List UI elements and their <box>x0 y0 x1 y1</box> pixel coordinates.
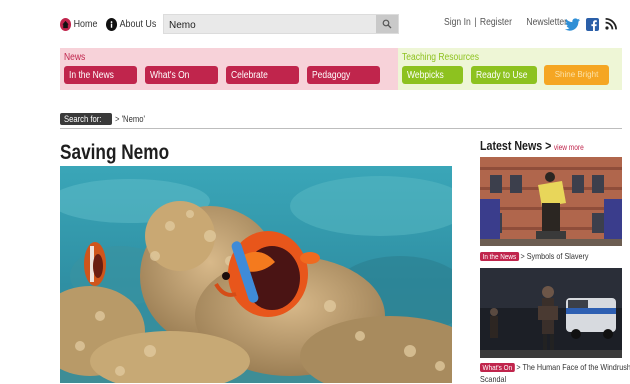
search-input[interactable] <box>164 16 369 35</box>
home-icon <box>60 17 72 31</box>
news-tag: What's On <box>480 362 515 372</box>
about-link[interactable]: About Us <box>106 16 156 32</box>
search-for-badge: Search for: <box>60 113 113 125</box>
home-link[interactable]: Home <box>60 16 97 32</box>
facebook-icon[interactable] <box>585 15 599 33</box>
twitter-icon[interactable] <box>563 15 581 33</box>
view-more-link[interactable]: view more <box>554 143 584 152</box>
search-term: > 'Nemo' <box>115 114 145 124</box>
news-headline: > Symbols of Slavery <box>520 251 589 261</box>
newsletter-link[interactable]: Newsletter <box>526 17 567 28</box>
webpicks-button[interactable]: Webpicks <box>402 66 463 84</box>
search-box <box>163 14 399 35</box>
about-label: About Us <box>119 18 157 30</box>
news-tag: In the News <box>480 251 519 261</box>
divider <box>60 128 622 129</box>
article-hero-image[interactable] <box>60 166 452 383</box>
news-thumbnail-2[interactable] <box>480 268 622 358</box>
search-icon <box>382 19 392 29</box>
latest-news-title: Latest News > <box>480 138 552 153</box>
news-thumbnail-1[interactable] <box>480 157 622 246</box>
whats-on-button[interactable]: What's On <box>145 66 218 84</box>
shine-bright-button[interactable]: Shine Bright <box>544 65 609 85</box>
pedagogy-button[interactable]: Pedagogy <box>307 66 380 84</box>
news-section: News In the News What's On Celebrate Ped… <box>60 48 398 90</box>
top-navigation: Home About Us Sign In|Register Newslette… <box>60 12 622 36</box>
news-caption-1[interactable]: In the News > Symbols of Slavery <box>480 251 608 261</box>
category-navigation: News In the News What's On Celebrate Ped… <box>60 48 622 90</box>
page-title: Saving Nemo <box>60 141 170 164</box>
celebrate-button[interactable]: Celebrate <box>226 66 299 84</box>
separator: | <box>474 17 477 28</box>
home-label: Home <box>73 18 98 30</box>
in-the-news-button[interactable]: In the News <box>64 66 137 84</box>
search-button[interactable] <box>376 15 398 33</box>
search-context: Search for: > 'Nemo' <box>60 112 150 126</box>
news-headline: > The Human Face of the Windrush <box>516 362 630 372</box>
teaching-heading: Teaching Resources <box>402 52 480 63</box>
register-link[interactable]: Register <box>480 17 512 28</box>
latest-news-heading: Latest News > view more <box>480 138 584 153</box>
account-links: Sign In | Register Newsletter <box>444 17 570 28</box>
news-caption-2[interactable]: What's On > The Human Face of the Windru… <box>480 362 630 372</box>
teaching-resources-section: Teaching Resources Webpicks Ready to Use… <box>398 48 622 90</box>
news-heading: News <box>64 52 86 63</box>
ready-to-use-button[interactable]: Ready to Use <box>471 66 537 84</box>
sign-in-link[interactable]: Sign In <box>444 17 471 28</box>
rss-icon[interactable] <box>604 15 618 33</box>
info-icon <box>106 17 118 31</box>
